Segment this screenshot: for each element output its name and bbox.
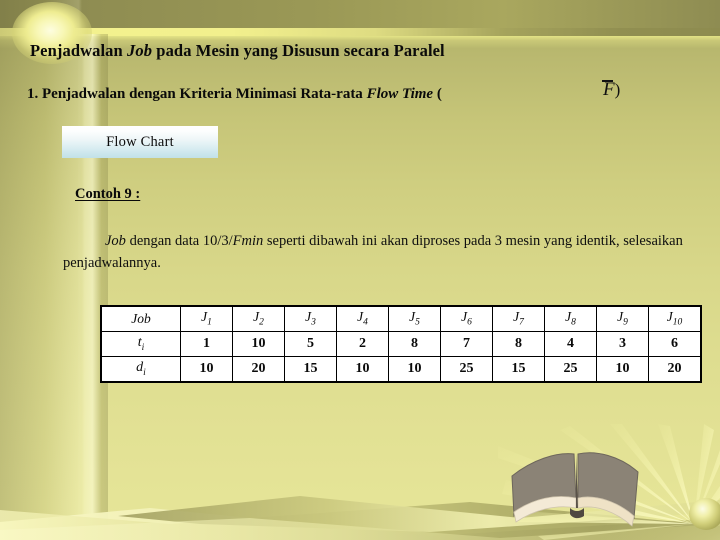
bottom-ribbons-decoration (0, 496, 720, 540)
table-header-job-10: J10 (648, 305, 702, 332)
slide-canvas: Penjadwalan Job pada Mesin yang Disusun … (0, 0, 720, 540)
job-header-subscript: 5 (415, 317, 420, 328)
flow-chart-button[interactable]: Flow Chart (62, 126, 218, 158)
example-paragraph: Job dengan data 10/3/Fmin seperti dibawa… (63, 230, 699, 274)
section-heading-prefix: 1. Penjadwalan dengan Kriteria Minimasi … (27, 86, 367, 102)
cell-t-j1: 1 (180, 331, 233, 357)
cell-t-j9: 3 (596, 331, 649, 357)
section-heading-suffix: ( (433, 86, 442, 102)
cell-t-j10: 6 (648, 331, 702, 357)
cell-t-j8: 4 (544, 331, 597, 357)
formula-close-paren: ) (614, 80, 621, 99)
job-header-subscript: 1 (207, 317, 212, 328)
cell-d-j6: 25 (440, 356, 493, 383)
cell-t-j2: 10 (232, 331, 285, 357)
table-header-job-3: J3 (284, 305, 337, 332)
cell-d-j4: 10 (336, 356, 389, 383)
table-header-job-8: J8 (544, 305, 597, 332)
paragraph-fmin-italic: Fmin (232, 233, 264, 249)
job-header-subscript: 8 (571, 317, 576, 328)
formula-f-bar: F) (602, 79, 621, 101)
job-data-table-body: Job J1 J2 J3 J4 J5 J6 J7 J8 J9 J10 ti 1 10 5 2 8 7 8 4 3 6… (100, 305, 702, 383)
job-header-subscript: 10 (672, 317, 683, 328)
cell-d-j5: 10 (388, 356, 441, 383)
job-header-subscript: 3 (311, 317, 316, 328)
table-header-job-1: J1 (180, 305, 233, 332)
cell-d-j3: 15 (284, 356, 337, 383)
table-header-job-4: J4 (336, 305, 389, 332)
job-header-subscript: 4 (363, 317, 368, 328)
glow-orb-icon (689, 498, 720, 530)
example-label: Contoh 9 : (75, 186, 141, 202)
light-rays-icon (498, 424, 720, 540)
formula-symbol: F (602, 79, 615, 100)
paragraph-text-1: dengan data 10/3/ (125, 233, 233, 249)
paragraph-job-italic: Job (105, 233, 126, 249)
cell-d-j7: 15 (492, 356, 545, 383)
cell-d-j8: 25 (544, 356, 597, 383)
job-data-table: Job J1 J2 J3 J4 J5 J6 J7 J8 J9 J10 ti 1 10 5 2 8 7 8 4 3 6… (100, 305, 702, 383)
table-header-job-2: J2 (232, 305, 285, 332)
job-header-subscript: 7 (519, 317, 524, 328)
job-data-table-wrapper: Job J1 J2 J3 J4 J5 J6 J7 J8 J9 J10 ti 1 10 5 2 8 7 8 4 3 6… (100, 305, 702, 383)
job-header-subscript: 9 (623, 317, 628, 328)
table-header-job-5: J5 (388, 305, 441, 332)
cell-d-j9: 10 (596, 356, 649, 383)
job-header-subscript: 2 (259, 317, 264, 328)
section-heading-italic: Flow Time (366, 86, 434, 102)
row-label-d: di (100, 356, 181, 383)
job-header-subscript: 6 (467, 317, 472, 328)
table-row: ti 1 10 5 2 8 7 8 4 3 6 (100, 331, 702, 357)
table-row: di 10 20 15 10 10 25 15 25 10 20 (100, 356, 702, 383)
left-vertical-band (78, 34, 108, 540)
cell-t-j4: 2 (336, 331, 389, 357)
page-title-italic: Job (127, 41, 153, 60)
table-header-job-7: J7 (492, 305, 545, 332)
cell-t-j3: 5 (284, 331, 337, 357)
page-title: Penjadwalan Job pada Mesin yang Disusun … (30, 41, 445, 61)
cell-t-j6: 7 (440, 331, 493, 357)
cell-d-j2: 20 (232, 356, 285, 383)
table-header-row: Job J1 J2 J3 J4 J5 J6 J7 J8 J9 J10 (100, 305, 702, 332)
cell-d-j10: 20 (648, 356, 702, 383)
cell-d-j1: 10 (180, 356, 233, 383)
cell-t-j5: 8 (388, 331, 441, 357)
row-label-subscript: i (143, 367, 146, 378)
table-header-job-9: J9 (596, 305, 649, 332)
cell-t-j7: 8 (492, 331, 545, 357)
row-label-t: ti (100, 331, 181, 357)
table-header-job-6: J6 (440, 305, 493, 332)
table-header-job: Job (100, 305, 181, 332)
page-title-suffix: pada Mesin yang Disusun secara Paralel (152, 41, 445, 60)
top-sheen-decoration (0, 0, 720, 34)
page-title-prefix: Penjadwalan (30, 41, 128, 60)
section-heading: 1. Penjadwalan dengan Kriteria Minimasi … (27, 86, 442, 103)
flow-chart-label: Flow Chart (106, 133, 174, 150)
top-highlight-band (0, 28, 720, 36)
row-label-subscript: i (141, 342, 145, 353)
